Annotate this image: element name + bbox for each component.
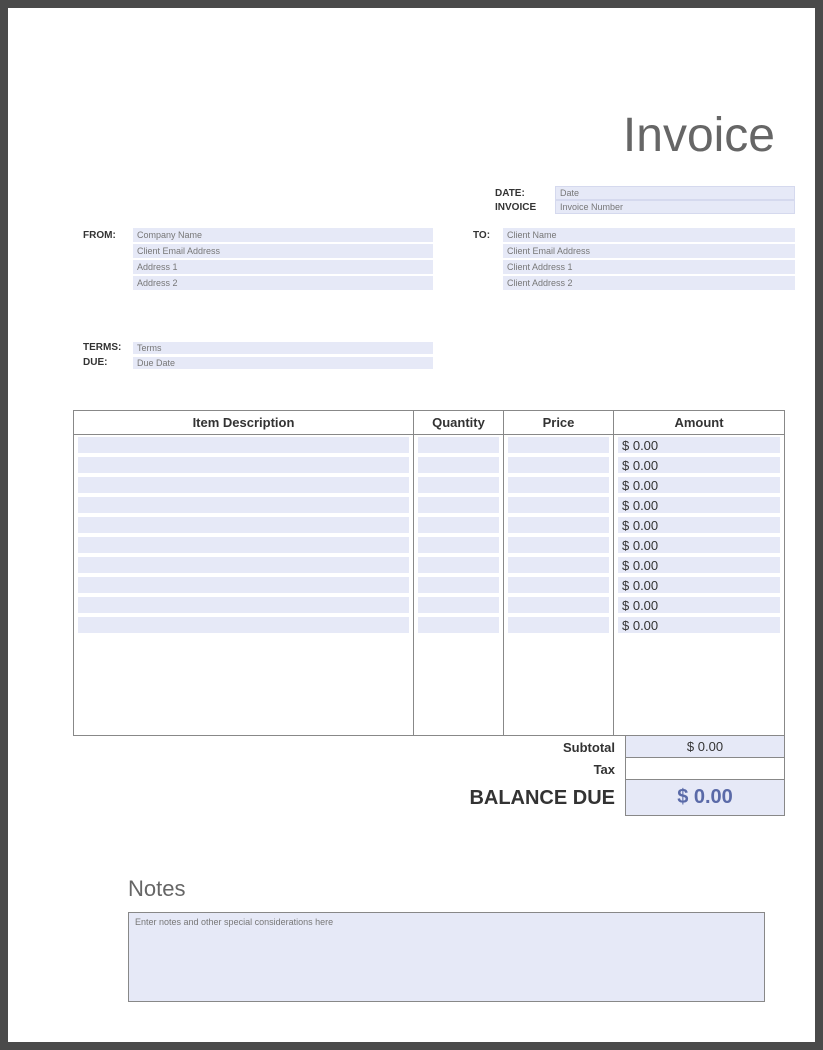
terms-label: TERMS:	[83, 342, 133, 353]
item-description-field[interactable]	[78, 557, 409, 573]
item-quantity-field[interactable]	[418, 617, 499, 633]
from-address1-field[interactable]: Address 1	[133, 260, 433, 274]
table-row: $ 0.00	[74, 495, 784, 515]
col-header-price: Price	[504, 411, 614, 434]
tax-label: Tax	[495, 762, 625, 777]
to-block: TO: Client Name Client Email Address Cli…	[473, 228, 795, 290]
table-row: $ 0.00	[74, 555, 784, 575]
item-price-field[interactable]	[508, 537, 609, 553]
item-amount-value: $ 0.00	[618, 438, 658, 453]
date-field[interactable]: Date	[555, 186, 795, 200]
from-address2-field[interactable]: Address 2	[133, 276, 433, 290]
item-description-field[interactable]	[78, 597, 409, 613]
table-row: $ 0.00	[74, 435, 784, 455]
item-amount-value: $ 0.00	[618, 578, 658, 593]
item-amount-cell: $ 0.00	[618, 617, 780, 633]
from-block: FROM: Company Name Client Email Address …	[83, 228, 433, 290]
from-email-field[interactable]: Client Email Address	[133, 244, 433, 258]
item-amount-cell: $ 0.00	[618, 477, 780, 493]
item-amount-value: $ 0.00	[618, 518, 658, 533]
item-amount-cell: $ 0.00	[618, 557, 780, 573]
item-description-field[interactable]	[78, 577, 409, 593]
item-quantity-field[interactable]	[418, 537, 499, 553]
due-label: DUE:	[83, 357, 133, 368]
to-label: TO:	[473, 228, 503, 290]
item-amount-cell: $ 0.00	[618, 537, 780, 553]
item-quantity-field[interactable]	[418, 477, 499, 493]
notes-field[interactable]: Enter notes and other special considerat…	[128, 912, 765, 1002]
item-amount-cell: $ 0.00	[618, 517, 780, 533]
from-company-field[interactable]: Company Name	[133, 228, 433, 242]
item-amount-value: $ 0.00	[618, 538, 658, 553]
invoice-page: Invoice DATE: Date INVOICE Invoice Numbe…	[8, 8, 815, 1042]
col-header-quantity: Quantity	[414, 411, 504, 434]
subtotal-label: Subtotal	[495, 740, 625, 755]
item-description-field[interactable]	[78, 497, 409, 513]
balance-due-label: BALANCE DUE	[385, 787, 625, 810]
to-address2-field[interactable]: Client Address 2	[503, 276, 795, 290]
item-description-field[interactable]	[78, 477, 409, 493]
col-header-amount: Amount	[614, 411, 784, 434]
item-price-field[interactable]	[508, 557, 609, 573]
terms-block: TERMS: Terms DUE: Due Date	[83, 340, 433, 370]
to-name-field[interactable]: Client Name	[503, 228, 795, 242]
to-email-field[interactable]: Client Email Address	[503, 244, 795, 258]
item-quantity-field[interactable]	[418, 457, 499, 473]
table-row: $ 0.00	[74, 615, 784, 635]
item-amount-value: $ 0.00	[618, 558, 658, 573]
item-amount-value: $ 0.00	[618, 458, 658, 473]
item-quantity-field[interactable]	[418, 577, 499, 593]
to-address1-field[interactable]: Client Address 1	[503, 260, 795, 274]
due-field[interactable]: Due Date	[133, 357, 433, 369]
item-description-field[interactable]	[78, 517, 409, 533]
table-row: $ 0.00	[74, 475, 784, 495]
item-price-field[interactable]	[508, 577, 609, 593]
item-description-field[interactable]	[78, 617, 409, 633]
item-amount-value: $ 0.00	[618, 478, 658, 493]
item-amount-value: $ 0.00	[618, 598, 658, 613]
totals-block: Subtotal $ 0.00 Tax BALANCE DUE $ 0.00	[73, 736, 785, 816]
tax-value[interactable]	[625, 758, 785, 780]
terms-field[interactable]: Terms	[133, 342, 433, 354]
item-amount-cell: $ 0.00	[618, 597, 780, 613]
item-amount-cell: $ 0.00	[618, 457, 780, 473]
item-price-field[interactable]	[508, 517, 609, 533]
meta-block: DATE: Date INVOICE Invoice Number	[495, 186, 795, 214]
balance-due-value: $ 0.00	[625, 780, 785, 816]
item-price-field[interactable]	[508, 477, 609, 493]
table-row: $ 0.00	[74, 515, 784, 535]
item-price-field[interactable]	[508, 497, 609, 513]
item-quantity-field[interactable]	[418, 437, 499, 453]
item-price-field[interactable]	[508, 597, 609, 613]
page-title: Invoice	[623, 108, 775, 163]
item-quantity-field[interactable]	[418, 517, 499, 533]
table-row: $ 0.00	[74, 575, 784, 595]
from-label: FROM:	[83, 228, 133, 290]
notes-heading: Notes	[128, 876, 795, 902]
item-description-field[interactable]	[78, 537, 409, 553]
date-label: DATE:	[495, 188, 555, 199]
table-row: $ 0.00	[74, 595, 784, 615]
table-row: $ 0.00	[74, 455, 784, 475]
item-amount-cell: $ 0.00	[618, 577, 780, 593]
item-quantity-field[interactable]	[418, 497, 499, 513]
items-table: Item Description Quantity Price Amount $…	[73, 410, 785, 736]
item-amount-cell: $ 0.00	[618, 497, 780, 513]
item-quantity-field[interactable]	[418, 597, 499, 613]
invoice-number-field[interactable]: Invoice Number	[555, 200, 795, 214]
subtotal-value: $ 0.00	[625, 736, 785, 758]
invoice-number-label: INVOICE	[495, 202, 555, 213]
item-price-field[interactable]	[508, 457, 609, 473]
item-quantity-field[interactable]	[418, 557, 499, 573]
item-amount-value: $ 0.00	[618, 618, 658, 633]
item-description-field[interactable]	[78, 437, 409, 453]
item-amount-value: $ 0.00	[618, 498, 658, 513]
item-description-field[interactable]	[78, 457, 409, 473]
item-price-field[interactable]	[508, 437, 609, 453]
item-price-field[interactable]	[508, 617, 609, 633]
table-row: $ 0.00	[74, 535, 784, 555]
col-header-description: Item Description	[74, 411, 414, 434]
item-amount-cell: $ 0.00	[618, 437, 780, 453]
